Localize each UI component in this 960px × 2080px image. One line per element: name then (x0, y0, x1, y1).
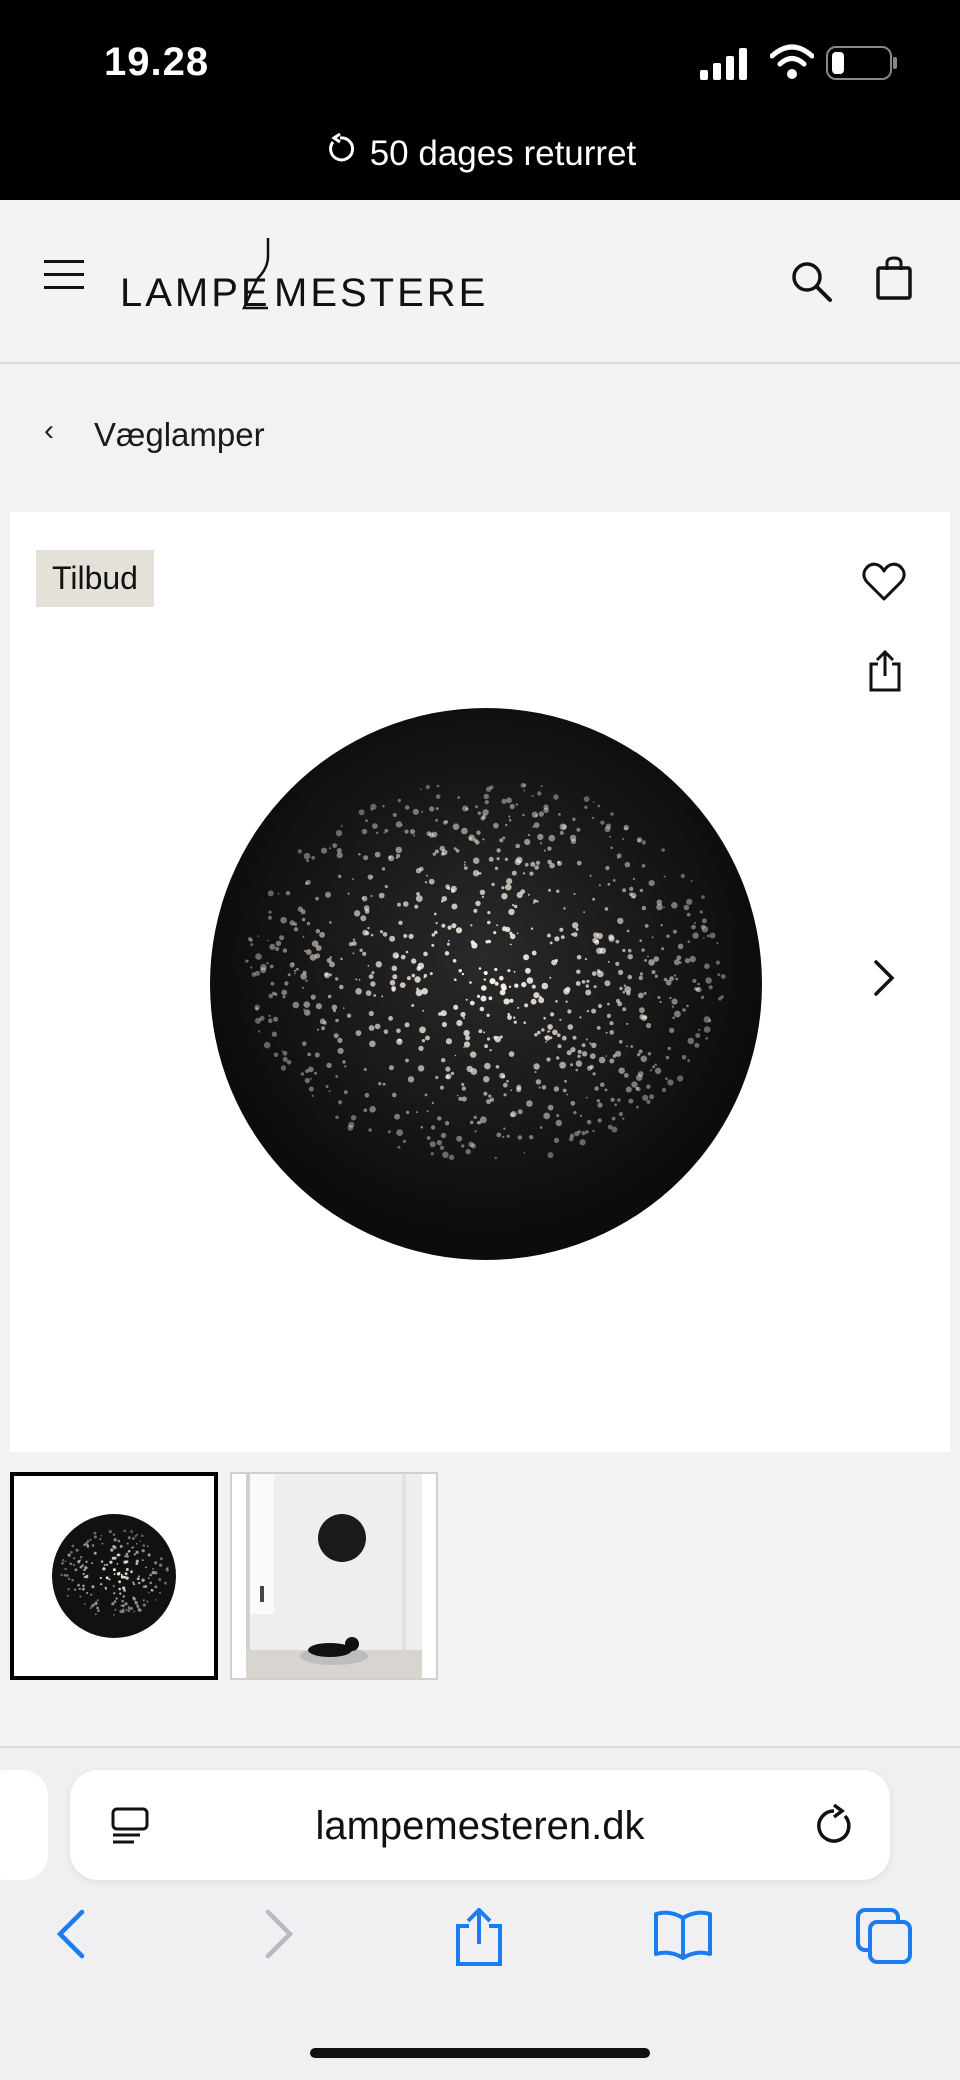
bag-icon[interactable] (876, 256, 912, 305)
wifi-icon (769, 44, 815, 85)
address-bar[interactable]: lampemesteren.dk (70, 1770, 890, 1880)
status-time: 19.28 (104, 40, 210, 84)
site-header: LAMPE MESTEREN (0, 200, 960, 364)
product-image[interactable] (206, 704, 766, 1269)
logo[interactable]: LAMPE MESTEREN (118, 238, 517, 323)
announcement-bar: 50 dages returret (0, 132, 960, 174)
bookmarks-icon[interactable] (652, 1908, 714, 1965)
thumbnail-1[interactable] (10, 1472, 218, 1680)
heart-icon[interactable] (862, 562, 906, 607)
search-icon[interactable] (790, 260, 832, 307)
return-icon (324, 133, 356, 174)
sale-badge: Tilbud (36, 550, 154, 607)
share-icon[interactable] (868, 649, 902, 697)
signal-icon (700, 48, 750, 85)
product-image-card: Tilbud (10, 512, 950, 1452)
svg-text:MESTEREN: MESTEREN (274, 271, 488, 315)
menu-icon[interactable] (44, 260, 84, 295)
thumbnail-2[interactable] (230, 1472, 438, 1680)
home-indicator (310, 2048, 650, 2058)
top-bar: 19.28 50 dages returret (0, 0, 960, 200)
breadcrumb-back-icon[interactable]: ‹ (44, 414, 54, 448)
browser-toolbar: lampemesteren.dk (0, 1746, 960, 2080)
chevron-right-icon[interactable] (872, 958, 896, 1003)
previous-tab-preview[interactable] (0, 1770, 48, 1880)
breadcrumb-link[interactable]: Væglamper (94, 416, 265, 454)
battery-icon (826, 46, 898, 85)
reload-icon[interactable] (814, 1803, 854, 1851)
announcement-text: 50 dages returret (369, 133, 637, 173)
forward-icon[interactable] (262, 1908, 296, 1965)
share-icon[interactable] (454, 1907, 504, 1973)
tabs-icon[interactable] (856, 1908, 914, 1969)
url-text: lampemesteren.dk (315, 1804, 645, 1848)
back-icon[interactable] (54, 1908, 88, 1965)
